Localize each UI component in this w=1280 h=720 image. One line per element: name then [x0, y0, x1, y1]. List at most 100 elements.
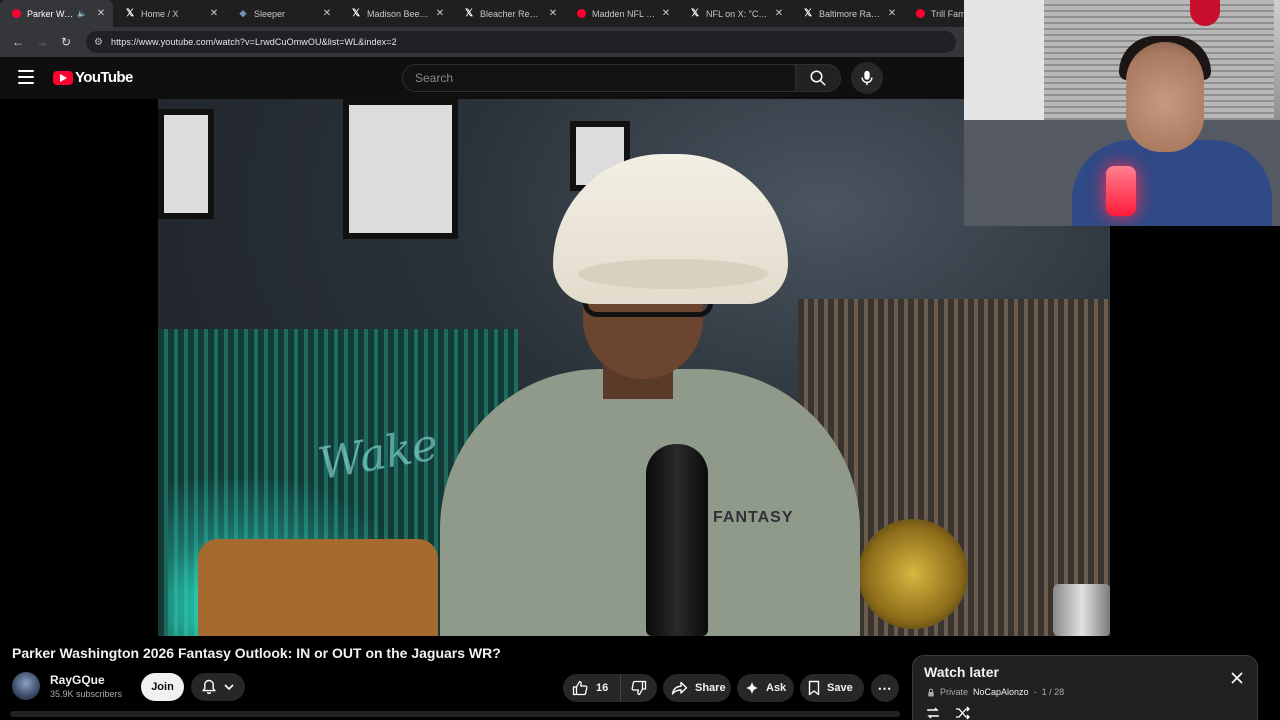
close-tab-icon[interactable]: ✕	[95, 8, 107, 19]
browser-tab-strip: Parker Washington 🔈 ✕ 𝕏 Home / X ✕ ◆ Sle…	[0, 0, 964, 27]
video-title: Parker Washington 2026 Fantasy Outlook: …	[12, 645, 501, 661]
youtube-play-icon	[53, 70, 73, 85]
tab-title: Home / X	[141, 8, 179, 19]
browser-tab-madden[interactable]: Madden NFL 08 - ✕	[565, 0, 678, 27]
youtube-logo-text: YouTube	[75, 69, 133, 86]
join-button[interactable]: Join	[141, 673, 184, 701]
sparkle-icon	[745, 681, 759, 695]
webcam-streamer-face	[1126, 42, 1204, 152]
bookmark-icon	[808, 680, 820, 696]
sleeper-icon: ◆	[239, 8, 247, 18]
video-couch	[198, 539, 438, 636]
save-label: Save	[827, 682, 853, 694]
video-picture-frame	[343, 99, 458, 239]
share-icon	[671, 681, 688, 695]
close-tab-icon[interactable]: ✕	[660, 8, 672, 19]
close-tab-icon[interactable]: ✕	[434, 8, 446, 19]
address-bar[interactable]: ⚙ https://www.youtube.com/watch?v=LrwdCu…	[86, 31, 956, 53]
browser-toolbar: ← → ↻ ⚙ https://www.youtube.com/watch?v=…	[0, 27, 964, 57]
browser-tab-nfl-on-x[interactable]: 𝕏 NFL on X: "Comm ✕	[678, 0, 791, 27]
dislike-button[interactable]	[621, 674, 657, 702]
x-icon: 𝕏	[464, 8, 474, 19]
channel-avatar[interactable]	[12, 672, 40, 700]
ask-button[interactable]: Ask	[737, 674, 794, 702]
close-tab-icon[interactable]: ✕	[321, 8, 333, 19]
thumbs-up-icon	[572, 680, 588, 696]
share-button[interactable]: Share	[663, 674, 731, 702]
x-icon: 𝕏	[351, 8, 361, 19]
webcam-overlay	[964, 0, 1280, 226]
video-trophy-belt	[858, 519, 968, 629]
voice-search-button[interactable]	[851, 62, 883, 94]
close-tab-icon[interactable]: ✕	[886, 8, 898, 19]
webcam-streamer-torso	[1072, 140, 1272, 226]
tab-title: Bleacher Report on	[480, 8, 543, 19]
youtube-header: YouTube Search	[0, 57, 964, 99]
like-button[interactable]: 16	[563, 674, 621, 702]
tab-title: Parker Washington	[27, 8, 77, 19]
browser-tab-bleacher-report[interactable]: 𝕏 Bleacher Report on ✕	[452, 0, 565, 27]
lock-icon	[928, 688, 934, 697]
close-tab-icon[interactable]: ✕	[208, 8, 220, 19]
video-tumbler	[1053, 584, 1110, 636]
video-shirt-logo: FANTASY	[713, 509, 794, 526]
playlist-panel: Watch later Private NoCapAlonzo - 1 / 28	[912, 655, 1258, 720]
youtube-icon	[916, 9, 925, 18]
channel-name[interactable]: RayGQue	[50, 673, 105, 687]
share-label: Share	[695, 682, 726, 694]
menu-icon[interactable]	[18, 70, 34, 84]
playlist-title[interactable]: Watch later	[924, 664, 999, 680]
reload-icon[interactable]: ↻	[56, 32, 76, 52]
browser-tab-baltimore-ravens[interactable]: 𝕏 Baltimore Ravens ✕	[791, 0, 904, 27]
playlist-controls	[925, 706, 971, 720]
like-dislike-group: 16	[563, 674, 657, 702]
site-info-icon[interactable]: ⚙	[94, 37, 103, 48]
video-microphone	[646, 444, 708, 636]
tab-title: NFL on X: "Comm	[706, 8, 769, 19]
shuffle-icon[interactable]	[955, 706, 971, 720]
ask-label: Ask	[766, 682, 787, 694]
tab-title: Trill Family	[931, 8, 964, 19]
bell-icon	[202, 679, 216, 694]
back-arrow-icon[interactable]: ←	[8, 32, 28, 52]
video-picture-frame	[158, 109, 214, 219]
search-icon	[810, 70, 826, 86]
close-tab-icon[interactable]: ✕	[773, 8, 785, 19]
chevron-down-icon	[224, 684, 234, 691]
x-icon: 𝕏	[690, 8, 700, 19]
x-icon: 𝕏	[803, 8, 813, 19]
loop-icon[interactable]	[925, 706, 941, 720]
close-playlist-button[interactable]	[1227, 668, 1247, 688]
tab-title: Sleeper	[254, 8, 286, 19]
notification-bell-button[interactable]	[191, 673, 245, 701]
tab-title: Baltimore Ravens	[819, 8, 882, 19]
subscriber-count: 35.9K subscribers	[50, 689, 123, 699]
speaker-icon[interactable]: 🔈	[77, 9, 87, 18]
screen: Parker Washington 🔈 ✕ 𝕏 Home / X ✕ ◆ Sle…	[0, 0, 1280, 720]
save-button[interactable]: Save	[800, 674, 864, 702]
search-input[interactable]: Search	[402, 64, 796, 92]
browser-tab-madison-beer[interactable]: 𝕏 Madison Beer New ✕	[339, 0, 452, 27]
playlist-owner[interactable]: NoCapAlonzo	[973, 687, 1029, 697]
horizontal-scrollbar[interactable]	[10, 711, 900, 717]
more-actions-button[interactable]: ⋯	[871, 674, 899, 702]
browser-tab-trill-family[interactable]: Trill Family	[904, 0, 964, 27]
browser-tab-parker-washington[interactable]: Parker Washington 🔈 ✕	[0, 0, 113, 27]
youtube-logo[interactable]: YouTube	[53, 69, 133, 86]
x-icon: 𝕏	[125, 8, 135, 19]
youtube-icon	[12, 9, 21, 18]
like-count: 16	[596, 682, 609, 694]
playlist-position: 1 / 28	[1041, 687, 1065, 697]
close-tab-icon[interactable]: ✕	[547, 8, 559, 19]
search-button[interactable]	[795, 64, 841, 92]
close-icon	[1231, 672, 1243, 684]
browser-tab-sleeper[interactable]: ◆ Sleeper ✕	[226, 0, 339, 27]
more-horizontal-icon: ⋯	[877, 679, 893, 696]
video-presenter-hat-brim	[578, 259, 768, 289]
browser-tab-home-x[interactable]: 𝕏 Home / X ✕	[113, 0, 226, 27]
meta-separator: -	[1033, 687, 1037, 697]
thumbs-down-icon	[631, 680, 647, 696]
webcam-red-lamp	[1106, 166, 1136, 216]
url-text: https://www.youtube.com/watch?v=LrwdCuOm…	[110, 37, 397, 47]
forward-arrow-icon[interactable]: →	[32, 32, 52, 52]
